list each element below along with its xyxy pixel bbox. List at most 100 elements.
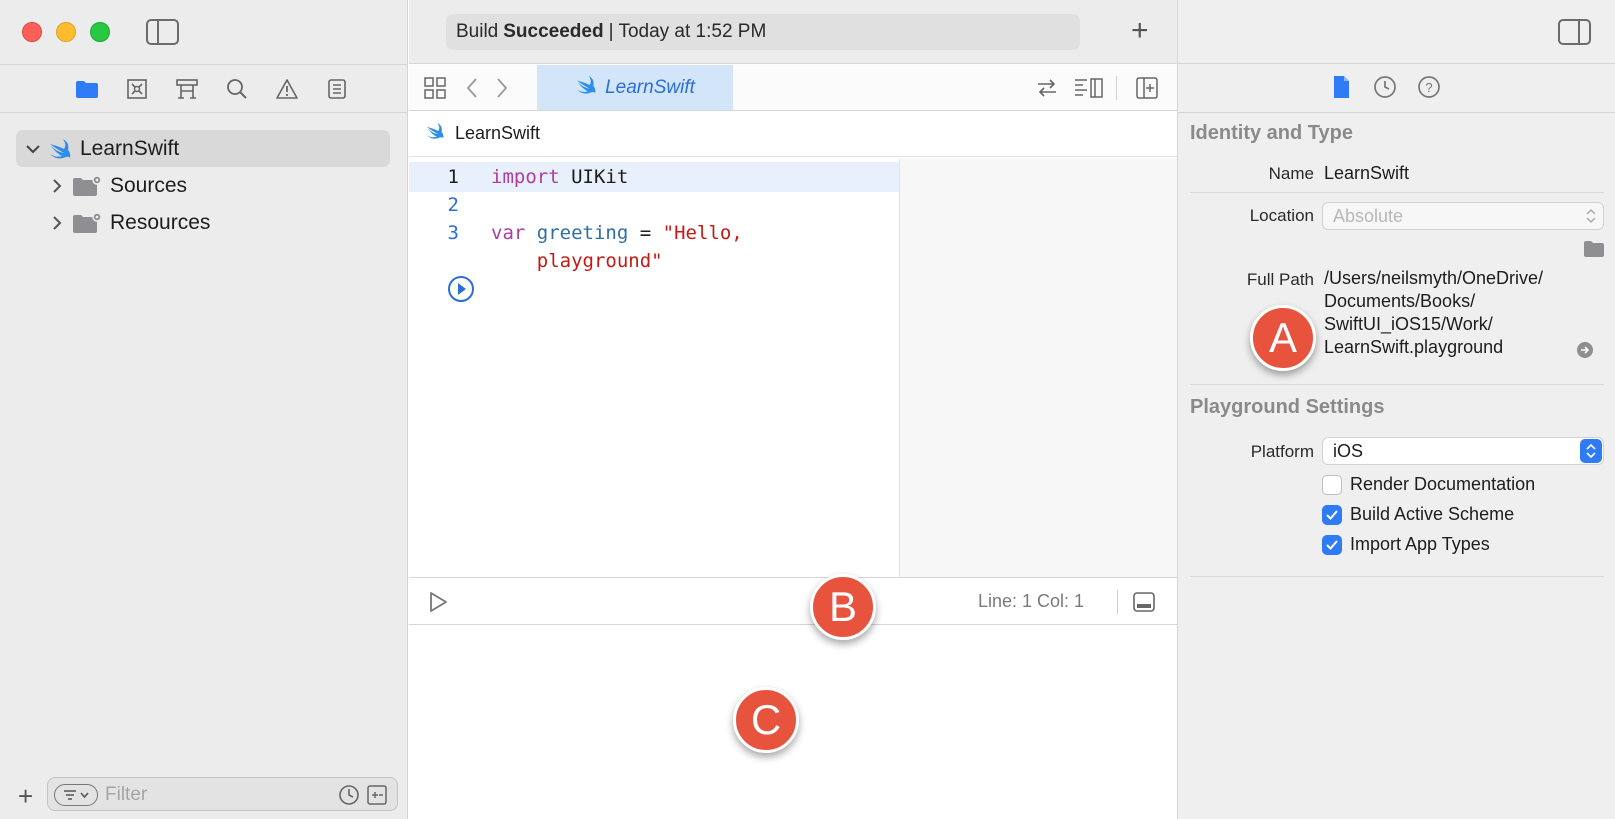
minimize-window-button[interactable] — [56, 22, 76, 42]
editor-options-icon[interactable] — [1073, 76, 1105, 105]
line-number: 3 — [447, 222, 459, 244]
swift-icon — [48, 138, 72, 160]
path-line: LearnSwift.playground — [1324, 337, 1504, 357]
divider — [1178, 112, 1615, 113]
xcode-window: LearnSwift Sources Resources + Filter Bu… — [0, 0, 1615, 819]
swap-arrows-icon[interactable] — [1035, 76, 1059, 105]
path-line: SwiftUI_iOS15/Work/ — [1324, 314, 1493, 334]
source-control-icon[interactable] — [112, 74, 162, 104]
code-token: greeting — [536, 222, 629, 244]
checkbox-unchecked-icon[interactable] — [1322, 474, 1342, 495]
results-sidebar — [899, 159, 1177, 577]
run-playground-icon[interactable] — [427, 591, 449, 618]
activity-status: Build Succeeded | Today at 1:52 PM — [446, 14, 1080, 50]
folder-gear-icon — [72, 211, 102, 234]
tree-item-label: LearnSwift — [80, 136, 180, 160]
code-token: UIKit — [559, 166, 629, 188]
reveal-in-finder-icon[interactable] — [1576, 341, 1594, 364]
related-items-grid-icon[interactable] — [423, 76, 447, 105]
status-suffix: | Today at 1:52 PM — [608, 21, 767, 42]
divider — [0, 112, 408, 113]
recent-files-icon[interactable] — [338, 784, 360, 811]
tree-item-label: Sources — [110, 173, 188, 197]
code-token: = — [628, 222, 663, 244]
chevron-down-icon[interactable] — [24, 144, 42, 154]
platform-popup[interactable]: iOS — [1322, 437, 1604, 465]
location-popup[interactable]: Absolute — [1322, 202, 1604, 230]
line-number: 2 — [447, 194, 459, 216]
platform-label: Platform — [1250, 442, 1314, 461]
line-number: 1 — [447, 166, 459, 188]
symbol-icon[interactable] — [162, 74, 212, 104]
code-line[interactable]: 2 — [409, 190, 899, 220]
code-line[interactable]: 3 var greeting = "Hello, — [409, 218, 899, 248]
filter-placeholder: Filter — [105, 784, 148, 805]
chevron-right-icon[interactable] — [48, 178, 66, 193]
swift-icon — [575, 75, 597, 101]
navigator-tabs — [62, 74, 362, 104]
add-file-button[interactable]: + — [18, 783, 33, 809]
location-label: Location — [1249, 206, 1314, 225]
tree-item-sources[interactable]: Sources — [16, 167, 390, 204]
code-line[interactable]: 1 import UIKit — [409, 162, 899, 192]
tree-item-resources[interactable]: Resources — [16, 204, 390, 241]
full-path-label: Full Path — [1246, 270, 1314, 289]
checkbox-checked-icon[interactable] — [1322, 504, 1342, 525]
location-value: Absolute — [1333, 205, 1404, 226]
navigator-toggle-icon[interactable] — [146, 19, 179, 45]
chevron-right-icon[interactable] — [48, 215, 66, 230]
run-to-line-icon[interactable] — [447, 275, 475, 308]
warning-icon[interactable] — [262, 74, 312, 104]
inspector-titlebar — [1178, 0, 1615, 64]
inspector-pane: ? Identity and Type Name LearnSwift Loca… — [1177, 0, 1615, 819]
platform-value: iOS — [1333, 440, 1364, 461]
library-plus-button[interactable]: + — [1131, 16, 1149, 46]
divider — [1190, 384, 1604, 385]
help-icon[interactable]: ? — [1416, 74, 1442, 105]
debug-bar: Line: 1 Col: 1 — [409, 577, 1177, 625]
add-editor-icon[interactable] — [1135, 76, 1159, 105]
choose-folder-icon[interactable] — [1583, 240, 1605, 263]
popup-arrows-icon — [1580, 439, 1602, 463]
navigator-footer: + Filter — [0, 776, 408, 819]
code-token: var — [491, 222, 526, 244]
checkbox-label: Build Active Scheme — [1350, 504, 1515, 524]
inspector-tabs: ? — [1328, 74, 1442, 105]
code-token: "Hello, — [662, 222, 743, 244]
code-editor[interactable]: 1 import UIKit 2 3 var greeting = "Hello… — [409, 159, 899, 577]
tree-item-learnswift[interactable]: LearnSwift — [16, 130, 390, 167]
status-prefix: Build — [456, 21, 499, 42]
inspector-toggle-icon[interactable] — [1558, 19, 1591, 45]
import-app-types-checkbox[interactable]: Import App Types — [1322, 534, 1490, 555]
filter-options-icon[interactable] — [54, 784, 98, 806]
console-toggle-icon[interactable] — [1132, 591, 1156, 618]
path-line: Documents/Books/ — [1324, 291, 1476, 311]
code-line[interactable]: playground" — [409, 246, 899, 276]
search-icon[interactable] — [212, 74, 262, 104]
history-icon[interactable] — [1372, 74, 1398, 105]
zoom-window-button[interactable] — [90, 22, 110, 42]
tab-label: LearnSwift — [605, 76, 695, 98]
jump-bar[interactable]: LearnSwift — [409, 111, 1177, 157]
forward-chevron-icon[interactable] — [495, 76, 509, 105]
folder-icon[interactable] — [62, 74, 112, 104]
popup-arrows-icon — [1585, 208, 1597, 229]
tab-learnswift[interactable]: LearnSwift — [537, 65, 733, 110]
build-active-scheme-checkbox[interactable]: Build Active Scheme — [1322, 504, 1514, 525]
checkbox-label: Import App Types — [1350, 534, 1490, 554]
tree-item-label: Resources — [110, 210, 211, 234]
close-window-button[interactable] — [22, 22, 42, 42]
back-chevron-icon[interactable] — [465, 76, 479, 105]
editor-tab-bar: LearnSwift — [409, 65, 1177, 111]
source-control-filter-icon[interactable] — [366, 784, 388, 811]
report-icon[interactable] — [312, 74, 362, 104]
filter-field[interactable]: Filter — [47, 777, 398, 811]
name-value[interactable]: LearnSwift — [1324, 163, 1409, 184]
status-bold: Succeeded — [503, 21, 604, 42]
file-inspector-icon[interactable] — [1328, 74, 1354, 105]
render-documentation-checkbox[interactable]: Render Documentation — [1322, 474, 1535, 495]
checkbox-checked-icon[interactable] — [1322, 534, 1342, 555]
code-token: import — [491, 166, 560, 188]
